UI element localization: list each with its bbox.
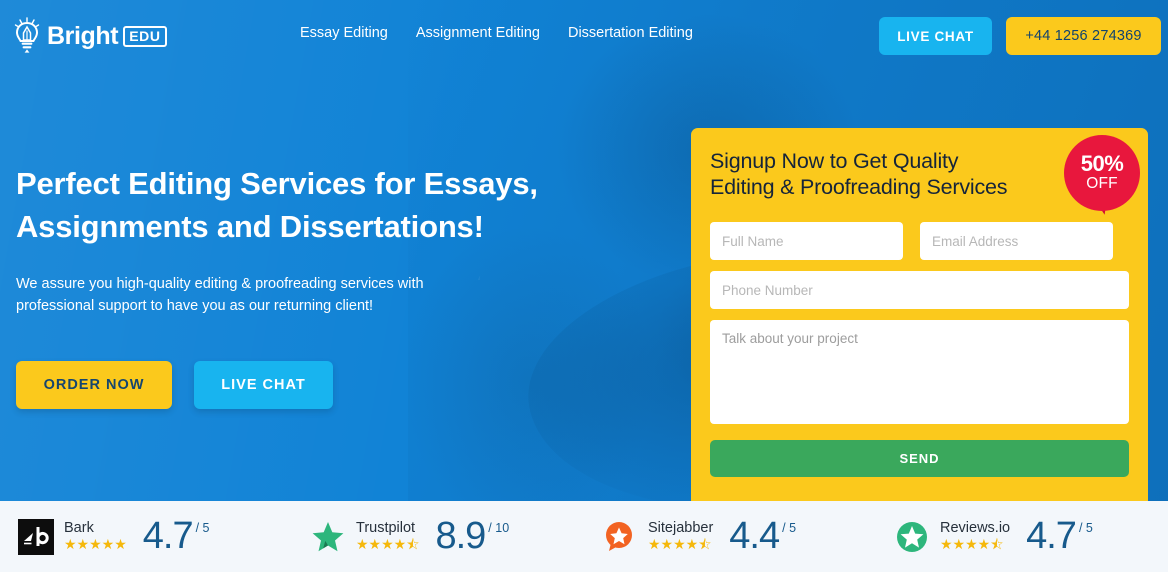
discount-badge-circle: 50% OFF (1064, 135, 1140, 211)
star-rating-icon: ★★★★★ (64, 536, 127, 553)
review-score-denominator: / 5 (782, 521, 797, 536)
star-rating-icon: ★★★★⯪ (356, 536, 420, 553)
discount-percent: 50% (1080, 151, 1124, 177)
bark-label-group: Bark ★★★★★ (64, 521, 127, 553)
hero-title-line2: Assignments and Dissertations! (16, 208, 484, 244)
phone-input[interactable] (710, 271, 1129, 310)
review-score-denominator: / 10 (488, 521, 510, 536)
review-source-name: Bark (64, 519, 94, 536)
main-nav: Essay Editing Assignment Editing Dissert… (300, 25, 693, 41)
review-source-name: Reviews.io (940, 519, 1011, 536)
hero-title-line1: Perfect Editing Services for Essays, (16, 166, 538, 201)
sitejabber-bubble-icon (602, 519, 638, 555)
review-item-reviewsio[interactable]: Reviews.io ★★★★⯪ 4.7 / 5 (876, 515, 1168, 558)
form-heading: Signup Now to Get Quality Editing & Proo… (710, 148, 1070, 200)
project-message-textarea[interactable] (710, 320, 1129, 425)
review-item-trustpilot[interactable]: Trustpilot ★★★★⯪ 8.9 / 10 (292, 515, 584, 558)
nav-item-essay-editing[interactable]: Essay Editing (300, 25, 388, 41)
header-live-chat-button[interactable]: LIVE CHAT (879, 17, 992, 55)
form-fields: SEND (710, 222, 1129, 478)
bark-logo-icon (18, 518, 54, 555)
lightbulb-pencil-icon (12, 17, 42, 55)
logo-badge: EDU (123, 25, 167, 47)
hero-content: Perfect Editing Services for Essays, Ass… (16, 163, 636, 410)
email-input[interactable] (920, 222, 1113, 261)
review-score-value: 4.7 (142, 515, 194, 558)
landing-page: Bright EDU Essay Editing Assignment Edit… (0, 0, 1168, 572)
discount-badge: 50% OFF (1064, 135, 1140, 215)
reviewsio-circle-icon (894, 519, 930, 555)
review-score-value: 4.7 (1026, 515, 1077, 558)
form-row-phone (710, 271, 1129, 310)
review-source-name: Sitejabber (648, 519, 714, 536)
reviewsio-score: 4.7 / 5 (1026, 515, 1093, 558)
hero-live-chat-button[interactable]: LIVE CHAT (194, 361, 333, 410)
review-bar: Bark ★★★★★ 4.7 / 5 Trustpilot ★★★★⯪ 8.9 (0, 501, 1168, 572)
send-button[interactable]: SEND (710, 440, 1129, 478)
sitejabber-label-group: Sitejabber ★★★★⯪ (648, 521, 713, 553)
star-rating-icon: ★★★★⯪ (648, 536, 712, 553)
hero-title: Perfect Editing Services for Essays, Ass… (16, 163, 636, 249)
nav-item-dissertation-editing[interactable]: Dissertation Editing (568, 25, 693, 41)
trustpilot-star-icon (310, 519, 346, 555)
review-item-sitejabber[interactable]: Sitejabber ★★★★⯪ 4.4 / 5 (584, 515, 876, 558)
form-row-name-email (710, 222, 1129, 261)
site-logo[interactable]: Bright EDU (12, 17, 167, 55)
sitejabber-score: 4.4 / 5 (729, 515, 797, 558)
star-rating-icon: ★★★★⯪ (940, 536, 1004, 553)
review-score-value: 8.9 (435, 515, 486, 558)
trustpilot-score: 8.9 / 10 (435, 515, 510, 558)
header-actions: LIVE CHAT +44 1256 274369 (879, 17, 1161, 55)
hero-buttons: ORDER NOW LIVE CHAT (16, 361, 636, 410)
review-score-denominator: / 5 (1078, 521, 1093, 536)
signup-form-panel: Signup Now to Get Quality Editing & Proo… (691, 128, 1148, 501)
review-score-denominator: / 5 (195, 521, 210, 536)
nav-item-assignment-editing[interactable]: Assignment Editing (416, 25, 540, 41)
trustpilot-label-group: Trustpilot ★★★★⯪ (356, 521, 419, 553)
site-header: Bright EDU Essay Editing Assignment Edit… (0, 0, 1168, 72)
header-phone-button[interactable]: +44 1256 274369 (1006, 17, 1161, 55)
full-name-input[interactable] (710, 222, 903, 261)
hero-subtitle: We assure you high-quality editing & pro… (16, 275, 424, 314)
form-heading-line1: Signup Now to Get Quality (710, 149, 959, 173)
form-heading-line2: Editing & Proofreading Services (710, 175, 1008, 200)
reviewsio-label-group: Reviews.io ★★★★⯪ (940, 521, 1010, 553)
review-source-name: Trustpilot (356, 519, 416, 536)
review-score-value: 4.4 (729, 515, 780, 558)
review-item-bark[interactable]: Bark ★★★★★ 4.7 / 5 (0, 515, 292, 558)
order-now-button[interactable]: ORDER NOW (16, 361, 172, 410)
bark-score: 4.7 / 5 (142, 515, 210, 558)
logo-word: Bright (47, 21, 119, 50)
discount-off-label: OFF (1086, 175, 1118, 193)
